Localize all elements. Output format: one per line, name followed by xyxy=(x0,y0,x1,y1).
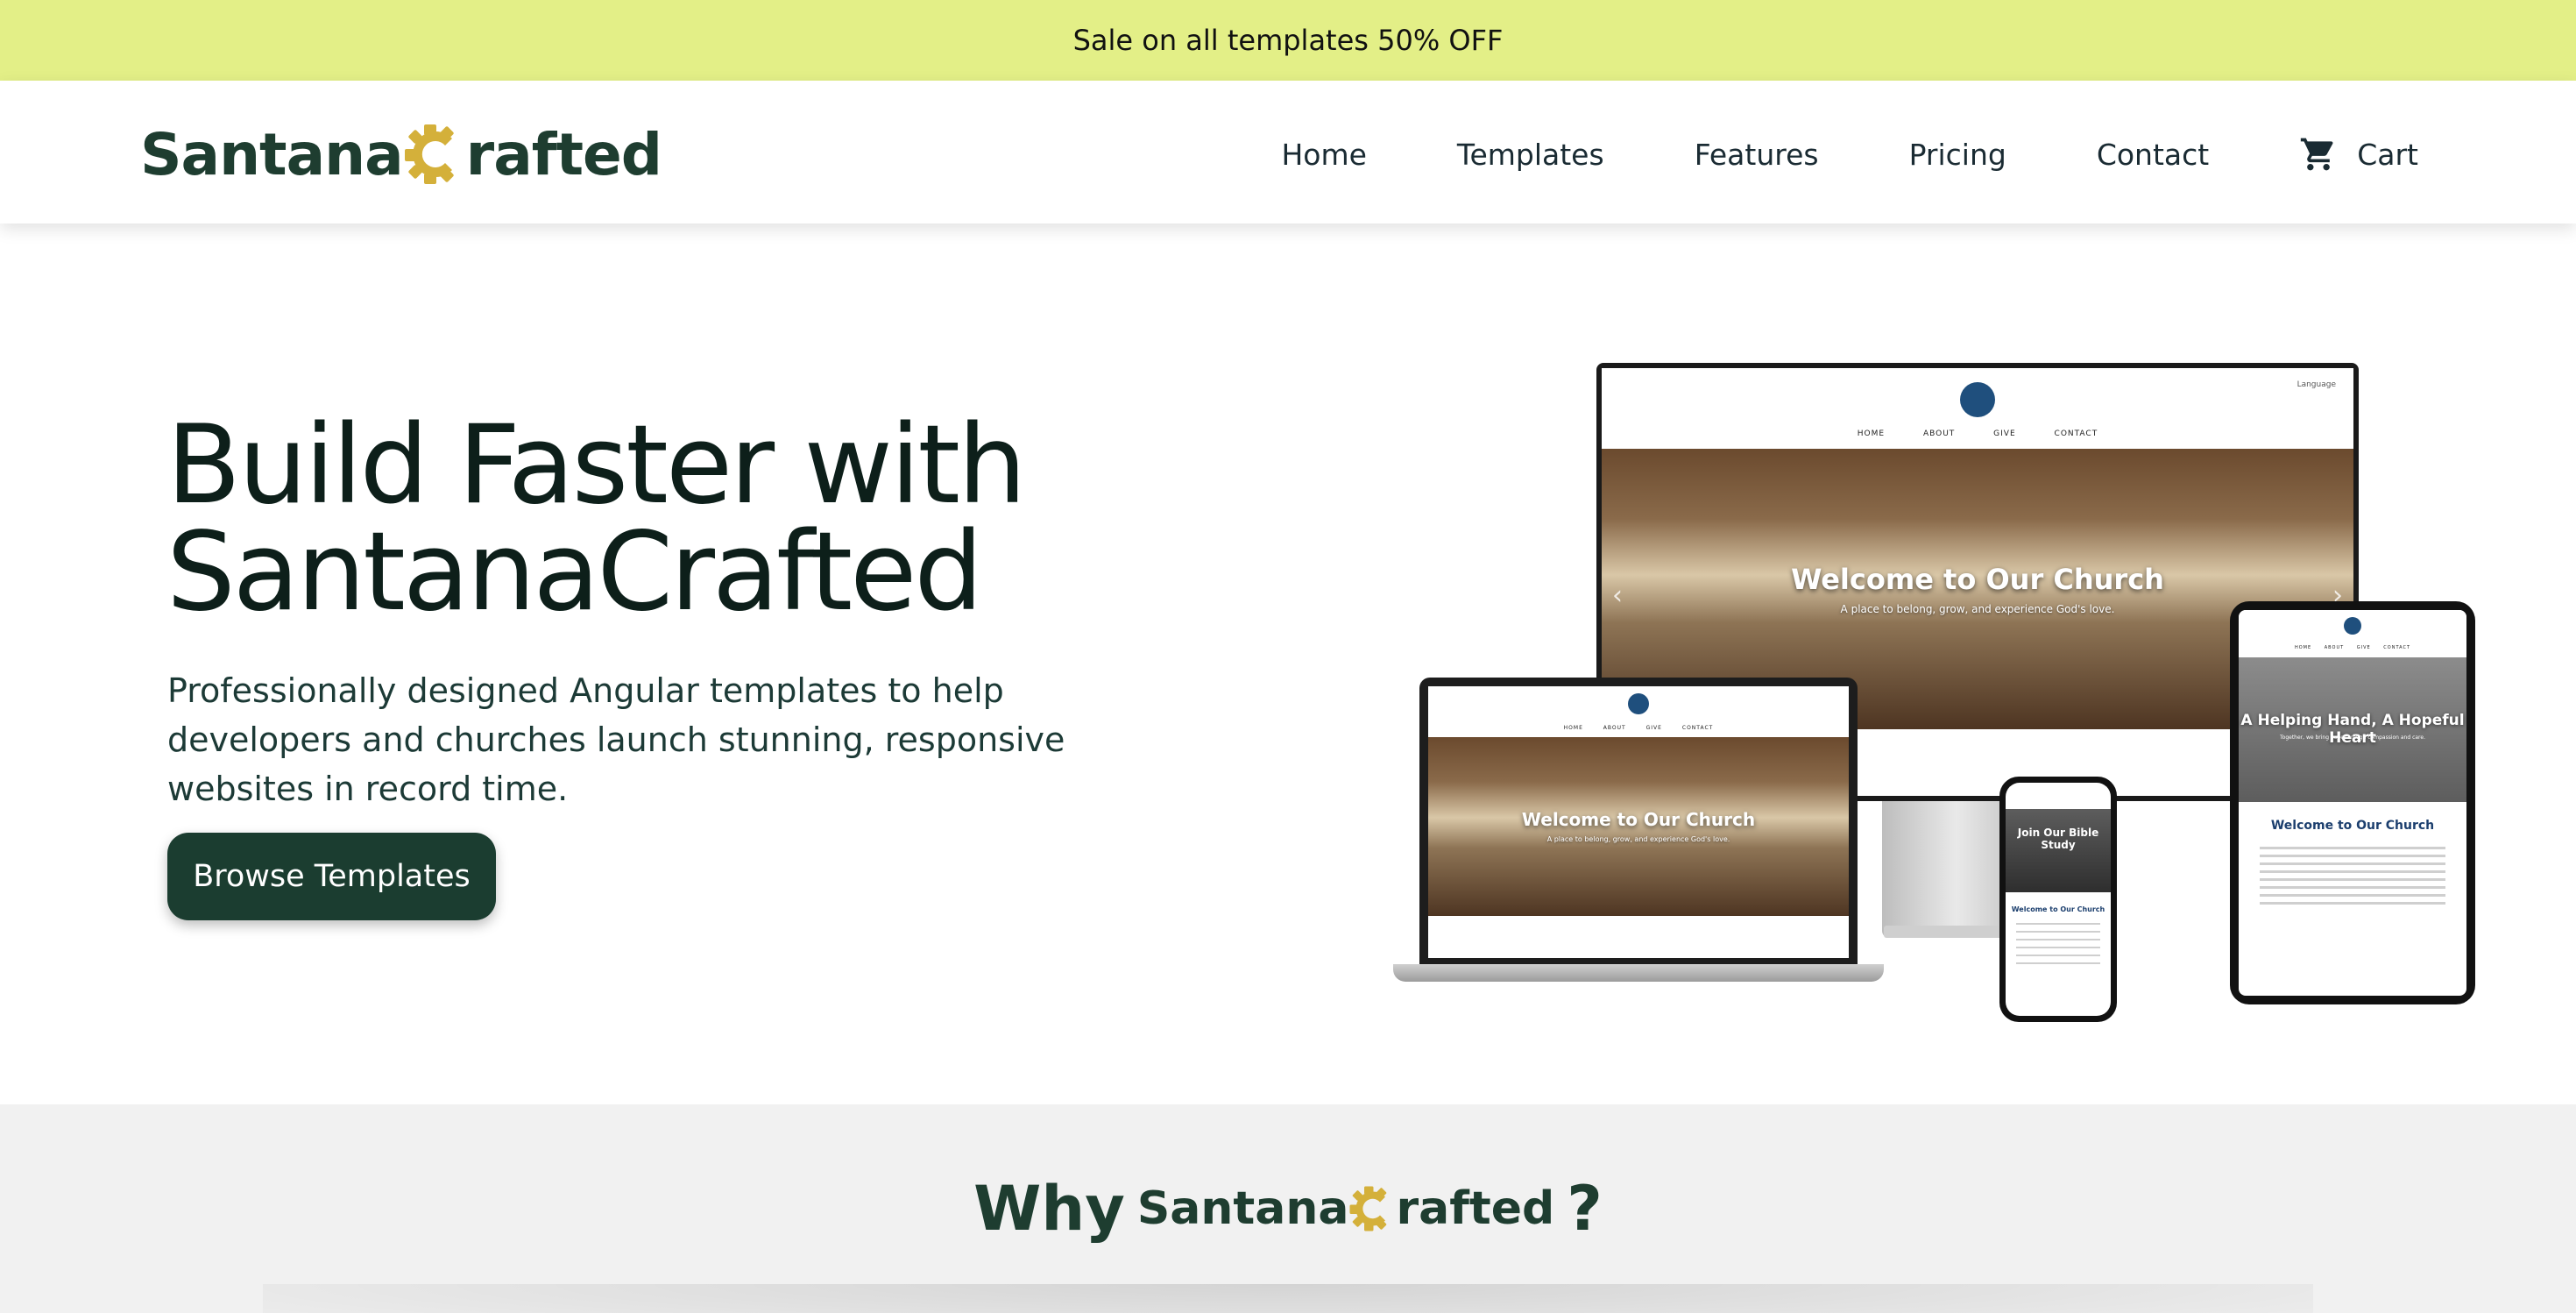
mock-nav-give: GIVE xyxy=(1993,429,2016,438)
main-nav: Home Templates Features Pricing Contact … xyxy=(1281,135,2418,174)
mock-nav-give: GIVE xyxy=(2356,645,2371,650)
cart-icon xyxy=(2301,138,2333,171)
promo-banner: Sale on all templates 50% OFF xyxy=(0,0,2576,81)
brand-logo-part2: rafted xyxy=(465,120,662,188)
mock-nav-contact: CONTACT xyxy=(1681,725,1714,731)
promo-banner-text: Sale on all templates 50% OFF xyxy=(1072,24,1504,57)
why-title: Why Santana rafted ? xyxy=(0,1173,2576,1245)
mock-site-nav: HOME ABOUT GIVE CONTACT xyxy=(2239,645,2466,650)
laptop-base xyxy=(1393,964,1884,982)
why-suffix: ? xyxy=(1567,1173,1603,1245)
brand-logo-part1: Santana xyxy=(140,120,404,188)
hero-title-line2: SantanaCrafted xyxy=(166,509,983,635)
mock-hero-subtitle: A place to belong, grow, and experience … xyxy=(1546,835,1730,843)
nav-contact[interactable]: Contact xyxy=(2097,138,2209,172)
device-mockup-image: Language HOME ABOUT GIVE CONTACT ‹ › Wel… xyxy=(1279,351,2576,1034)
nav-features[interactable]: Features xyxy=(1695,138,1819,172)
brand-logo-part2: rafted xyxy=(1396,1182,1555,1235)
card-shadow xyxy=(263,1284,2313,1313)
cart-label: Cart xyxy=(2357,137,2418,172)
mock-site-header: Language HOME ABOUT GIVE CONTACT xyxy=(1602,368,2353,449)
navbar: Santana rafted Home Templates Features P… xyxy=(0,81,2576,224)
mock-language-select: Language xyxy=(2296,380,2336,389)
mock-nav-home: HOME xyxy=(2294,645,2312,650)
nav-cart[interactable]: Cart xyxy=(2299,135,2418,174)
mock-site-nav: HOME ABOUT GIVE CONTACT xyxy=(1602,429,2353,438)
mock-text-lines xyxy=(2016,923,2100,970)
mock-nav-give: GIVE xyxy=(1645,725,1662,731)
gear-icon xyxy=(1349,1186,1387,1231)
browse-templates-button[interactable]: Browse Templates xyxy=(167,833,496,920)
mock-hero-title: Welcome to Our Church xyxy=(1521,809,1756,830)
mock-tablet-welcome: Welcome to Our Church xyxy=(2270,819,2435,833)
mock-nav-contact: CONTACT xyxy=(2383,645,2411,650)
mock-phone-title: Join Our Bible Study xyxy=(2017,827,2099,851)
church-logo-icon xyxy=(1628,693,1649,714)
why-prefix: Why xyxy=(973,1173,1125,1245)
why-brand-logo: Santana rafted xyxy=(1137,1177,1554,1240)
laptop-screen: HOME ABOUT GIVE CONTACT Welcome to Our C… xyxy=(1428,686,1849,958)
church-logo-icon xyxy=(1960,382,1995,417)
brand-logo[interactable]: Santana rafted xyxy=(140,112,662,196)
phone-mockup: Join Our Bible Study Welcome to Our Chur… xyxy=(1999,777,2117,1022)
mock-text-lines xyxy=(2260,847,2445,910)
nav-pricing[interactable]: Pricing xyxy=(1909,138,2006,172)
mock-tablet-title: A Helping Hand, A Hopeful Heart xyxy=(2240,712,2465,747)
phone-screen: Join Our Bible Study Welcome to Our Chur… xyxy=(2006,783,2111,1016)
mock-nav-contact: CONTACT xyxy=(2054,429,2098,438)
mock-nav-home: HOME xyxy=(1857,429,1886,438)
mock-nav-home: HOME xyxy=(1563,725,1583,731)
hero-subtitle: Professionally designed Angular template… xyxy=(167,671,1065,808)
mock-phone-welcome: Welcome to Our Church xyxy=(2011,905,2105,913)
mock-nav-about: ABOUT xyxy=(1922,429,1956,438)
hero-title: Build Faster with SantanaCrafted xyxy=(166,411,1306,627)
nav-templates[interactable]: Templates xyxy=(1457,138,1604,172)
gear-icon xyxy=(404,124,454,184)
mock-nav-about: ABOUT xyxy=(1603,725,1626,731)
mock-hero-title: Welcome to Our Church xyxy=(1791,563,2164,596)
brand-logo-part1: Santana xyxy=(1136,1182,1349,1235)
mock-site-header: HOME ABOUT GIVE CONTACT xyxy=(2239,610,2466,657)
mock-site-header: HOME ABOUT GIVE CONTACT xyxy=(1428,686,1849,737)
laptop-mockup: HOME ABOUT GIVE CONTACT Welcome to Our C… xyxy=(1419,678,1858,967)
mock-tablet-hero: A Helping Hand, A Hopeful Heart Together… xyxy=(2239,657,2466,802)
mock-site-nav: HOME ABOUT GIVE CONTACT xyxy=(1428,725,1849,731)
mock-site-hero: Welcome to Our Church A place to belong,… xyxy=(1428,737,1849,916)
tablet-screen: HOME ABOUT GIVE CONTACT A Helping Hand, … xyxy=(2239,610,2466,996)
nav-home[interactable]: Home xyxy=(1281,138,1366,172)
why-section: Why Santana rafted ? xyxy=(0,1104,2576,1313)
tablet-mockup: HOME ABOUT GIVE CONTACT A Helping Hand, … xyxy=(2230,601,2475,1004)
mock-tablet-subtitle: Together, we bring hope through compassi… xyxy=(2280,735,2425,741)
church-logo-icon xyxy=(2344,617,2361,635)
mock-nav-about: ABOUT xyxy=(2324,645,2345,650)
